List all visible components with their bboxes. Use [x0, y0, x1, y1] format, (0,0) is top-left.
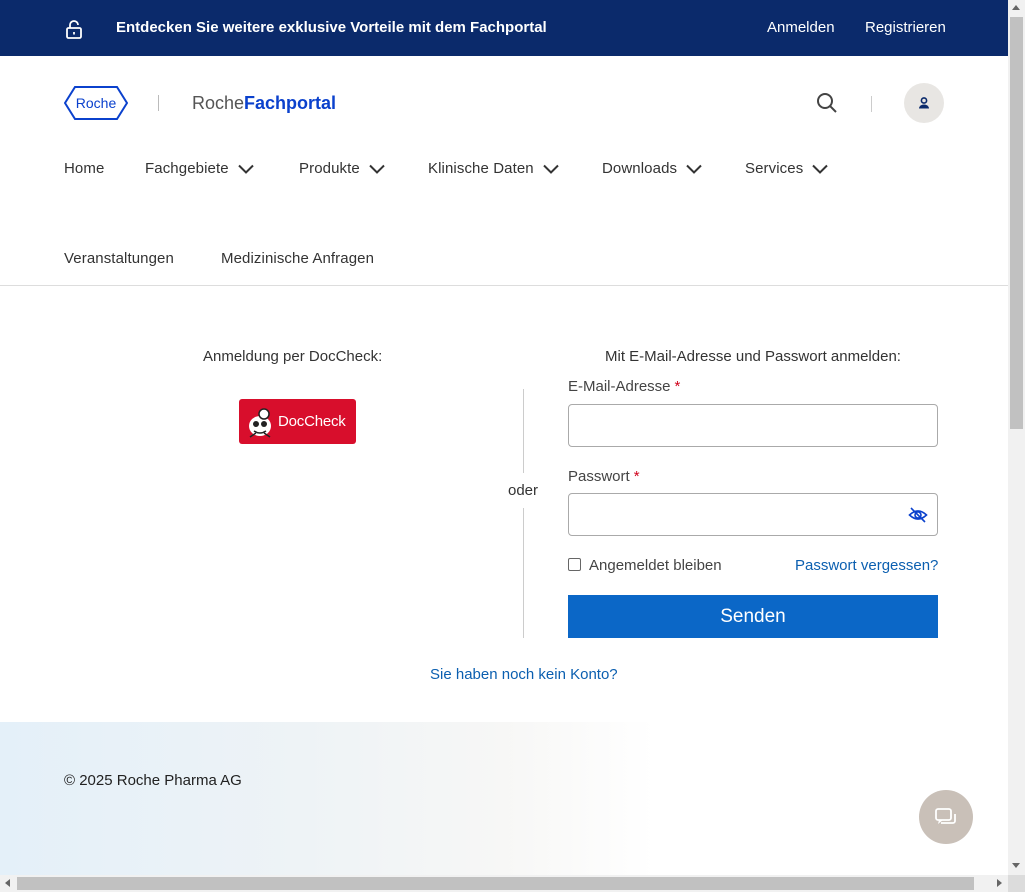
email-label: E-Mail-Adresse *	[568, 378, 681, 395]
remember-me-checkbox[interactable]: Angemeldet bleiben	[568, 556, 722, 574]
nav-item-klinische-daten[interactable]: Klinische Daten	[428, 160, 559, 177]
separator-line	[523, 508, 524, 638]
chevron-down-icon	[369, 164, 385, 174]
search-icon[interactable]	[815, 91, 839, 115]
password-label: Passwort *	[568, 468, 640, 485]
scroll-right-arrow-icon[interactable]	[997, 879, 1002, 887]
submit-button[interactable]: Senden	[568, 595, 938, 638]
register-link[interactable]: Registrieren	[865, 19, 946, 36]
chevron-down-icon	[543, 164, 559, 174]
nav-item-services[interactable]: Services	[745, 160, 829, 177]
chevron-down-icon	[686, 164, 702, 174]
separator-oder: oder	[508, 482, 539, 499]
scrollbar-corner	[1008, 875, 1025, 892]
email-field[interactable]	[568, 404, 938, 447]
svg-text:Roche: Roche	[76, 95, 117, 111]
scrollbar-thumb[interactable]	[1010, 17, 1023, 429]
remember-me-label: Angemeldet bleiben	[589, 557, 722, 574]
nav-item-veranstaltungen[interactable]: Veranstaltungen	[64, 250, 174, 267]
footer: © 2025 Roche Pharma AG	[0, 722, 1008, 875]
required-mark: *	[633, 468, 640, 485]
page-viewport: Entdecken Sie weitere exklusive Vorteile…	[0, 0, 1008, 875]
user-icon	[919, 97, 929, 109]
separator-line	[523, 389, 524, 473]
scroll-down-arrow-icon[interactable]	[1012, 863, 1020, 868]
email-login-title: Mit E-Mail-Adresse und Passwort anmelden…	[605, 348, 901, 365]
nav-item-produkte[interactable]: Produkte	[299, 160, 385, 177]
scrollbar-thumb[interactable]	[17, 877, 974, 890]
login-link[interactable]: Anmelden	[767, 19, 835, 36]
password-field[interactable]	[568, 493, 938, 536]
doccheck-mascot-icon	[249, 407, 271, 438]
horizontal-scrollbar[interactable]	[0, 875, 1008, 892]
vertical-scrollbar[interactable]	[1008, 0, 1025, 875]
required-mark: *	[674, 378, 681, 395]
nav-item-fachgebiete[interactable]: Fachgebiete	[145, 160, 254, 177]
header-separator	[871, 96, 872, 112]
promo-text: Entdecken Sie weitere exklusive Vorteile…	[116, 19, 547, 36]
doccheck-login-button[interactable]: DocCheck	[239, 399, 356, 444]
eye-slash-icon[interactable]	[908, 506, 928, 524]
doccheck-label: DocCheck	[278, 413, 346, 430]
roche-logo[interactable]: Roche	[64, 86, 128, 120]
forgot-password-link[interactable]: Passwort vergessen?	[795, 557, 938, 574]
user-account-button[interactable]	[904, 83, 944, 123]
chat-button[interactable]	[919, 790, 973, 844]
nav-divider	[0, 285, 1008, 286]
promo-banner: Entdecken Sie weitere exklusive Vorteile…	[0, 0, 1008, 56]
chevron-down-icon	[237, 164, 254, 174]
copyright-text: © 2025 Roche Pharma AG	[64, 772, 242, 789]
scroll-up-arrow-icon[interactable]	[1012, 5, 1020, 10]
nav-item-downloads[interactable]: Downloads	[602, 160, 702, 177]
chat-icon	[935, 808, 956, 824]
nav-item-medizinische-anfragen[interactable]: Medizinische Anfragen	[221, 250, 374, 267]
unlock-icon	[66, 20, 82, 39]
doccheck-title: Anmeldung per DocCheck:	[203, 348, 383, 365]
chevron-down-icon	[812, 164, 829, 174]
checkbox-box[interactable]	[568, 558, 581, 571]
scroll-left-arrow-icon[interactable]	[5, 879, 10, 887]
portal-title[interactable]: RocheFachportal	[192, 93, 336, 114]
register-account-link[interactable]: Sie haben noch kein Konto?	[430, 666, 618, 683]
nav-item-home[interactable]: Home	[64, 160, 104, 177]
logo-separator	[158, 95, 159, 111]
